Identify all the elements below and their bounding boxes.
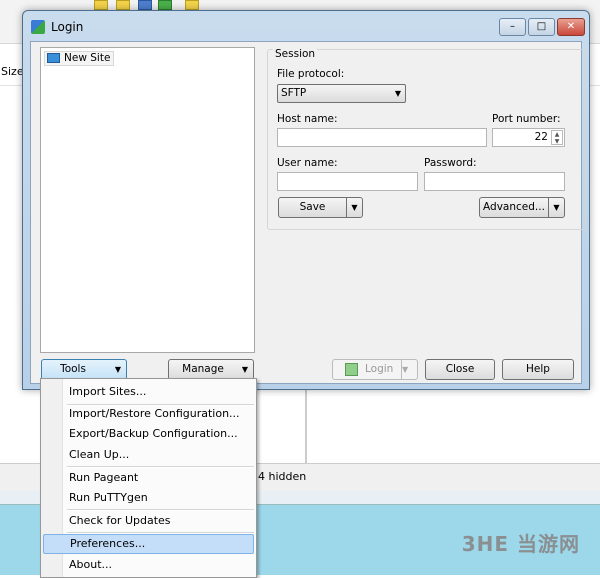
chevron-down-icon: ▼	[241, 365, 248, 374]
close-button[interactable]: Close	[425, 359, 495, 380]
folder-icon[interactable]	[185, 0, 199, 10]
winscp-app-icon	[31, 20, 45, 34]
refresh-icon[interactable]	[158, 0, 172, 10]
close-window-button[interactable]: ✕	[557, 18, 585, 36]
login-button[interactable]: Login ▼	[332, 359, 418, 380]
port-number-input[interactable]: 22 ▲ ▼	[492, 128, 565, 147]
password-input[interactable]	[424, 172, 565, 191]
password-label: Password:	[424, 157, 477, 169]
save-button[interactable]: Save ▼	[278, 197, 363, 218]
manage-button[interactable]: Manage ▼	[168, 359, 254, 380]
port-number-label: Port number:	[492, 113, 561, 125]
file-protocol-label: File protocol:	[277, 68, 345, 80]
site-item-new-site[interactable]: New Site	[44, 51, 115, 66]
chevron-down-icon[interactable]: ▼	[346, 198, 362, 217]
save-label: Save	[299, 201, 326, 213]
toolbar-icon[interactable]	[116, 0, 130, 10]
menu-item-about[interactable]: About...	[43, 555, 254, 575]
user-name-label: User name:	[277, 157, 338, 169]
minimize-button[interactable]: –	[499, 18, 526, 36]
menu-item-export-backup[interactable]: Export/Backup Configuration...	[43, 424, 254, 444]
advanced-label: Advanced...	[483, 201, 545, 213]
file-protocol-select[interactable]: SFTP ▼	[277, 84, 406, 103]
host-name-input[interactable]	[277, 128, 487, 147]
dialog-body: New Site Session File protocol: SFTP ▼ H…	[30, 41, 586, 384]
menu-item-check-updates[interactable]: Check for Updates	[43, 511, 254, 531]
pane-divider[interactable]	[305, 390, 307, 463]
menu-item-clean-up[interactable]: Clean Up...	[43, 445, 254, 465]
menu-item-preferences[interactable]: Preferences...	[43, 534, 254, 554]
host-name-label: Host name:	[277, 113, 338, 125]
tools-button[interactable]: Tools ▼	[41, 359, 127, 380]
site-label: New Site	[64, 52, 111, 64]
advanced-button[interactable]: Advanced... ▼	[479, 197, 565, 218]
file-protocol-value: SFTP	[281, 87, 307, 99]
login-label: Login	[365, 363, 394, 375]
login-icon	[345, 363, 358, 376]
toolbar-icon[interactable]	[94, 0, 108, 10]
column-size[interactable]: Size	[1, 65, 24, 78]
site-tree[interactable]: New Site	[40, 47, 255, 353]
user-name-input[interactable]	[277, 172, 418, 191]
monitor-icon	[47, 53, 60, 63]
menu-item-import-restore[interactable]: Import/Restore Configuration...	[43, 404, 254, 424]
help-button[interactable]: Help	[502, 359, 574, 380]
tools-label: Tools	[60, 363, 86, 375]
maximize-button[interactable]: □	[528, 18, 555, 36]
port-value: 22	[534, 131, 548, 143]
chevron-down-icon[interactable]: ▼	[401, 360, 417, 379]
login-dialog: Login – □ ✕ New Site Session File protoc…	[22, 10, 590, 390]
menu-item-run-puttygen[interactable]: Run PuTTYgen	[43, 488, 254, 508]
chevron-down-icon[interactable]: ▼	[548, 198, 564, 217]
chevron-down-icon: ▼	[394, 89, 401, 98]
status-hidden-count: 4 hidden	[258, 470, 307, 483]
menu-item-import-sites[interactable]: Import Sites...	[43, 382, 254, 402]
chevron-down-icon: ▼	[114, 365, 121, 374]
toolbar-icon[interactable]	[138, 0, 152, 10]
menu-item-run-pageant[interactable]: Run Pageant	[43, 468, 254, 488]
port-spinner[interactable]: ▲ ▼	[551, 130, 563, 145]
dialog-title: Login	[51, 20, 84, 34]
tools-menu: Import Sites... Import/Restore Configura…	[40, 378, 257, 578]
session-group-label: Session	[273, 48, 318, 60]
manage-label: Manage	[182, 363, 224, 375]
watermark-logo: 3HE 当游网	[461, 532, 580, 556]
session-group: Session File protocol: SFTP ▼ Host name:…	[267, 48, 586, 230]
